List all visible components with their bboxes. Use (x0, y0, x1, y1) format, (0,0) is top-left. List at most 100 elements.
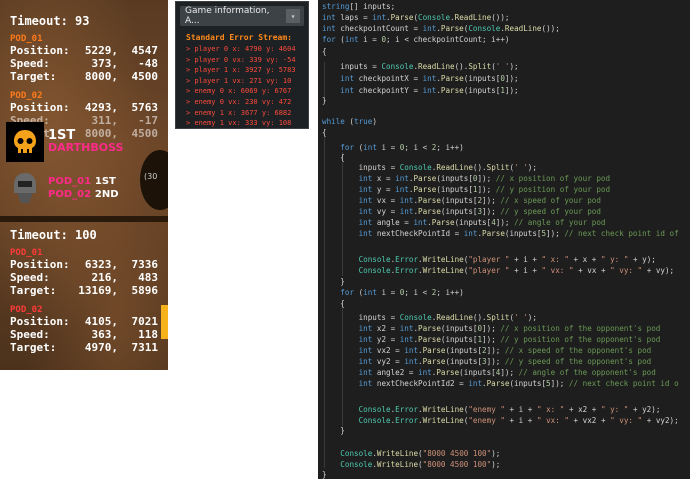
code-line[interactable]: string[] inputs; (322, 2, 395, 12)
pod-name: POD_02 (10, 91, 43, 101)
code-line[interactable]: { (322, 47, 327, 57)
hud-bottom: Timeout: 100 POD_01 Position: 6323, 7336 S… (10, 228, 168, 358)
target-x: 8000, (84, 70, 118, 83)
skull-avatar-icon (6, 122, 44, 162)
target-label: Target: (10, 284, 57, 297)
speed-y: 118 (138, 328, 158, 341)
timeout-label: Timeout: (10, 228, 68, 242)
code-line[interactable]: int checkpointX = int.Parse(inputs[0]); (322, 74, 518, 84)
code-line[interactable]: { (322, 299, 345, 309)
console-line: > enemy 0 x: 6069 y: 6767 (186, 87, 292, 96)
code-line[interactable]: } (322, 470, 327, 479)
rank-place: 1ST (94, 176, 116, 187)
code-line[interactable]: for (int i = 0; i < 2; i++) (322, 288, 463, 298)
position-x: 5229, (84, 44, 118, 57)
position-x: 6323, (84, 258, 118, 271)
position-x: 4293, (84, 101, 118, 114)
position-label: Position: (10, 44, 70, 57)
console-line: > enemy 1 x: 3677 y: 6882 (186, 108, 292, 117)
code-line[interactable]: int vy = int.Parse(inputs[3]); // y spee… (322, 207, 601, 217)
target-label: Target: (10, 70, 57, 83)
speed-y: 483 (138, 271, 158, 284)
ranking-text-1: 1ST DARTHBOSS (48, 129, 124, 154)
speed-y: -48 (138, 57, 158, 70)
speed-label: Speed: (10, 328, 50, 341)
code-line[interactable]: Console.Error.WriteLine("enemy " + i + "… (322, 405, 661, 415)
code-line[interactable]: int vx = int.Parse(inputs[2]); // x spee… (322, 196, 601, 206)
code-line[interactable]: Console.WriteLine("8000 4500 100"); (322, 460, 500, 470)
ranking-row-1: 1ST DARTHBOSS (6, 122, 123, 162)
code-line[interactable]: int checkpointY = int.Parse(inputs[1]); (322, 86, 518, 96)
code-line[interactable]: Console.Error.WriteLine("player " + i + … (322, 255, 656, 265)
position-y: 4547 (131, 44, 159, 57)
code-line[interactable]: int angle2 = int.Parse(inputs[4]); // an… (322, 368, 656, 378)
code-line[interactable]: for (int i = 0; i < 2; i++) (322, 143, 463, 153)
speed-label: Speed: (10, 271, 50, 284)
timeout-value: 93 (75, 14, 90, 28)
console-line: > enemy 1 vx: 333 vy: 108 (186, 119, 292, 128)
console-panel: Game information, A... ▾ Standard Error … (175, 1, 309, 129)
code-line[interactable]: int y = int.Parse(inputs[1]); // y posit… (322, 185, 610, 195)
frame-divider (0, 216, 168, 222)
position-label: Position: (10, 101, 70, 114)
timeout-value: 100 (75, 228, 97, 242)
code-line[interactable]: } (322, 426, 345, 436)
info-dropdown[interactable]: Game information, A... ▾ (180, 6, 304, 26)
stream-title: Standard Error Stream: (186, 33, 292, 42)
code-line[interactable]: int y2 = int.Parse(inputs[1]); // y posi… (322, 335, 661, 345)
timeout-bottom: Timeout: 100 (10, 228, 168, 242)
pod-name: POD_02 (48, 189, 92, 200)
console-line: > player 1 vx: 271 vy: 10 (186, 76, 292, 85)
target-x: 4970, (84, 341, 118, 354)
code-line[interactable]: int angle = int.Parse(inputs[4]); // ang… (322, 218, 606, 228)
code-line[interactable]: inputs = Console.ReadLine().Split(' '); (322, 62, 518, 72)
code-line[interactable]: int laps = int.Parse(Console.ReadLine())… (322, 13, 510, 23)
speed-x: 363, (91, 328, 119, 341)
code-line[interactable]: int x = int.Parse(inputs[0]); // x posit… (322, 174, 610, 184)
console-line: > player 0 vx: 339 vy: -54 (186, 55, 296, 64)
timeout-label: Timeout: (10, 14, 68, 28)
ranking-text-2: POD_01 1ST POD_02 2ND (48, 175, 119, 201)
position-label: Position: (10, 258, 70, 271)
code-line[interactable]: for (int i = 0; i < checkpointCount; i++… (322, 35, 509, 45)
code-line[interactable]: inputs = Console.ReadLine().Split(' '); (322, 313, 537, 323)
dropdown-label: Game information, A... (185, 6, 270, 26)
target-y: 4500 (131, 70, 159, 83)
skull-icon (14, 130, 36, 153)
position-y: 7336 (131, 258, 159, 271)
code-line[interactable]: } (322, 96, 327, 106)
code-line[interactable]: inputs = Console.ReadLine().Split(' '); (322, 163, 537, 173)
code-line[interactable]: Console.WriteLine("8000 4500 100"); (322, 449, 500, 459)
pod-name: POD_02 (10, 305, 43, 315)
code-line[interactable]: int nextCheckPointId2 = int.Parse(inputs… (322, 379, 679, 389)
code-line[interactable]: int nextCheckPointId = int.Parse(inputs[… (322, 229, 679, 239)
code-line[interactable]: int checkpointCount = int.Parse(Console.… (322, 24, 560, 34)
ranking-row-2: POD_01 1ST POD_02 2ND (6, 168, 119, 208)
game-viewer: Timeout: 93 POD_01 Position: 5229, 4547 Sp… (0, 0, 168, 370)
timeout-top: Timeout: 93 (10, 14, 168, 28)
pod-info-1: POD_01 Position: 5229, 4547 Speed: 373, -48 … (10, 34, 168, 83)
console-line: > player 0 x: 4790 y: 4604 (186, 45, 296, 53)
chevron-down-icon[interactable]: ▾ (286, 9, 300, 23)
ranking-panel: 1ST DARTHBOSS POD_01 1ST POD_02 2ND (6, 122, 156, 214)
console-line: > enemy 0 vx: 230 vy: 472 (186, 97, 292, 106)
track-marker (161, 305, 168, 339)
player-name: DARTHBOSS (48, 141, 124, 154)
code-line[interactable]: } (322, 277, 345, 287)
code-line[interactable]: int x2 = int.Parse(inputs[0]); // x posi… (322, 324, 661, 334)
speed-label: Speed: (10, 57, 50, 70)
code-line[interactable]: int vx2 = int.Parse(inputs[2]); // x spe… (322, 346, 652, 356)
code-line[interactable]: { (322, 153, 345, 163)
position-label: Position: (10, 315, 70, 328)
target-y: 5896 (131, 284, 159, 297)
rank-place: 2ND (94, 189, 119, 200)
helmet-icon (14, 173, 36, 203)
code-line[interactable]: Console.Error.WriteLine("player " + i + … (322, 266, 675, 276)
code-line[interactable]: int vy2 = int.Parse(inputs[3]); // y spe… (322, 357, 652, 367)
pod-info-2: POD_02 Position: 4105, 7021 Speed: 363, 118 … (10, 305, 168, 354)
code-line[interactable]: { (322, 128, 327, 138)
code-line[interactable]: Console.Error.WriteLine("enemy " + i + "… (322, 416, 679, 426)
code-editor[interactable]: string[] inputs; int laps = int.Parse(Con… (318, 0, 690, 479)
code-line[interactable]: while (true) (322, 117, 377, 127)
speed-x: 373, (91, 57, 119, 70)
